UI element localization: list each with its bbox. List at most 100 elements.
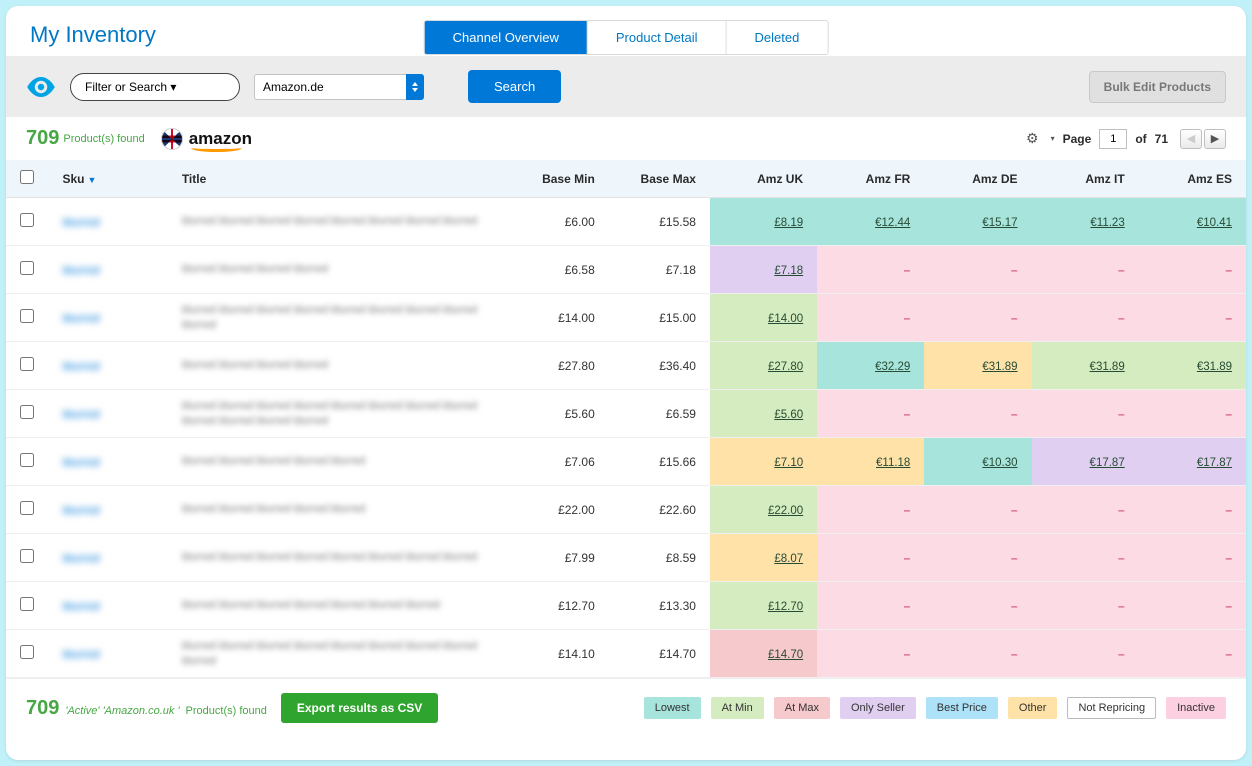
price-link[interactable]: £8.19: [774, 217, 803, 229]
row-checkbox[interactable]: [20, 597, 34, 611]
row-checkbox[interactable]: [20, 405, 34, 419]
next-page-button[interactable]: ▶: [1204, 129, 1226, 149]
price-link[interactable]: £12.70: [768, 601, 803, 613]
price-cell[interactable]: £12.70: [710, 582, 817, 630]
price-link[interactable]: €32.29: [875, 361, 910, 373]
price-cell[interactable]: €31.89: [1139, 342, 1246, 390]
col-base-max[interactable]: Base Max: [609, 160, 710, 198]
sku-link[interactable]: blurred: [62, 503, 99, 517]
sku-link[interactable]: blurred: [62, 311, 99, 325]
price-cell[interactable]: €31.89: [924, 342, 1031, 390]
price-cell[interactable]: £14.00: [710, 294, 817, 342]
no-price-dash: –: [1225, 647, 1232, 661]
tab-product-detail[interactable]: Product Detail: [588, 21, 727, 54]
price-link[interactable]: £7.18: [774, 265, 803, 277]
page-input[interactable]: [1099, 129, 1127, 149]
price-cell[interactable]: €17.87: [1032, 438, 1139, 486]
no-price-dash: –: [1011, 407, 1018, 421]
sku-link[interactable]: blurred: [62, 455, 99, 469]
no-price-dash: –: [1118, 599, 1125, 613]
select-all-checkbox[interactable]: [20, 170, 34, 184]
price-link[interactable]: €31.89: [1197, 361, 1232, 373]
price-link[interactable]: £27.80: [768, 361, 803, 373]
price-cell[interactable]: £5.60: [710, 390, 817, 438]
tab-deleted[interactable]: Deleted: [727, 21, 828, 54]
price-cell[interactable]: £7.18: [710, 246, 817, 294]
price-cell[interactable]: £8.19: [710, 198, 817, 246]
price-link[interactable]: €17.87: [1090, 457, 1125, 469]
base-min-cell: £6.58: [512, 246, 609, 294]
price-link[interactable]: €15.17: [982, 217, 1017, 229]
price-cell[interactable]: £8.07: [710, 534, 817, 582]
price-link[interactable]: £14.00: [768, 313, 803, 325]
row-checkbox[interactable]: [20, 549, 34, 563]
price-link[interactable]: €11.18: [876, 457, 910, 469]
price-cell[interactable]: £22.00: [710, 486, 817, 534]
row-checkbox[interactable]: [20, 357, 34, 371]
col-amz-it[interactable]: Amz IT: [1032, 160, 1139, 198]
col-checkbox[interactable]: [6, 160, 48, 198]
sku-link[interactable]: blurred: [62, 599, 99, 613]
col-amz-uk[interactable]: Amz UK: [710, 160, 817, 198]
col-amz-de[interactable]: Amz DE: [924, 160, 1031, 198]
price-link[interactable]: £7.10: [774, 457, 803, 469]
sku-link[interactable]: blurred: [62, 263, 99, 277]
price-link[interactable]: €12.44: [875, 217, 910, 229]
price-link[interactable]: €31.89: [1090, 361, 1125, 373]
price-cell[interactable]: £27.80: [710, 342, 817, 390]
price-link[interactable]: £8.07: [774, 553, 803, 565]
col-amz-es[interactable]: Amz ES: [1139, 160, 1246, 198]
col-title[interactable]: Title: [168, 160, 512, 198]
col-base-min[interactable]: Base Min: [512, 160, 609, 198]
no-price-dash: –: [1011, 503, 1018, 517]
row-checkbox[interactable]: [20, 453, 34, 467]
sku-link[interactable]: blurred: [62, 407, 99, 421]
sku-link[interactable]: blurred: [62, 551, 99, 565]
export-csv-button[interactable]: Export results as CSV: [281, 693, 438, 723]
channel-select[interactable]: Amazon.de: [254, 74, 424, 100]
price-link[interactable]: €10.30: [982, 457, 1017, 469]
price-cell[interactable]: €10.41: [1139, 198, 1246, 246]
col-sku[interactable]: Sku▼: [48, 160, 167, 198]
price-cell[interactable]: €12.44: [817, 198, 924, 246]
product-title: blurred blurred blurred blurred blurred …: [182, 639, 498, 668]
price-link[interactable]: £22.00: [768, 505, 803, 517]
price-cell[interactable]: €11.18: [817, 438, 924, 486]
price-cell[interactable]: €10.30: [924, 438, 1031, 486]
gear-icon[interactable]: ⚙: [1026, 130, 1039, 147]
price-cell[interactable]: £14.70: [710, 630, 817, 678]
col-amz-fr[interactable]: Amz FR: [817, 160, 924, 198]
row-checkbox[interactable]: [20, 213, 34, 227]
price-link[interactable]: £14.70: [768, 649, 803, 661]
no-price-dash: –: [1118, 407, 1125, 421]
price-link[interactable]: €31.89: [982, 361, 1017, 373]
price-cell[interactable]: €11.23: [1032, 198, 1139, 246]
row-checkbox[interactable]: [20, 501, 34, 515]
price-link[interactable]: €17.87: [1197, 457, 1232, 469]
price-cell[interactable]: €32.29: [817, 342, 924, 390]
price-cell[interactable]: €15.17: [924, 198, 1031, 246]
no-price-dash: –: [904, 599, 911, 613]
search-button[interactable]: Search: [468, 70, 561, 103]
tab-channel-overview[interactable]: Channel Overview: [425, 21, 588, 54]
price-link[interactable]: £5.60: [774, 409, 803, 421]
sku-link[interactable]: blurred: [62, 359, 99, 373]
prev-page-button[interactable]: ◀: [1180, 129, 1202, 149]
sku-link[interactable]: blurred: [62, 215, 99, 229]
price-cell: –: [1139, 582, 1246, 630]
row-checkbox[interactable]: [20, 309, 34, 323]
price-cell: –: [1139, 630, 1246, 678]
filter-search-chip[interactable]: Filter or Search ▾: [70, 73, 240, 101]
price-link[interactable]: €11.23: [1090, 217, 1124, 229]
no-price-dash: –: [1225, 503, 1232, 517]
visibility-icon[interactable]: [26, 77, 56, 97]
price-cell[interactable]: €17.87: [1139, 438, 1246, 486]
row-checkbox[interactable]: [20, 261, 34, 275]
price-cell: –: [924, 390, 1031, 438]
row-checkbox[interactable]: [20, 645, 34, 659]
price-cell[interactable]: £7.10: [710, 438, 817, 486]
sku-link[interactable]: blurred: [62, 647, 99, 661]
bulk-edit-button[interactable]: Bulk Edit Products: [1089, 71, 1226, 103]
price-link[interactable]: €10.41: [1197, 217, 1232, 229]
price-cell[interactable]: €31.89: [1032, 342, 1139, 390]
